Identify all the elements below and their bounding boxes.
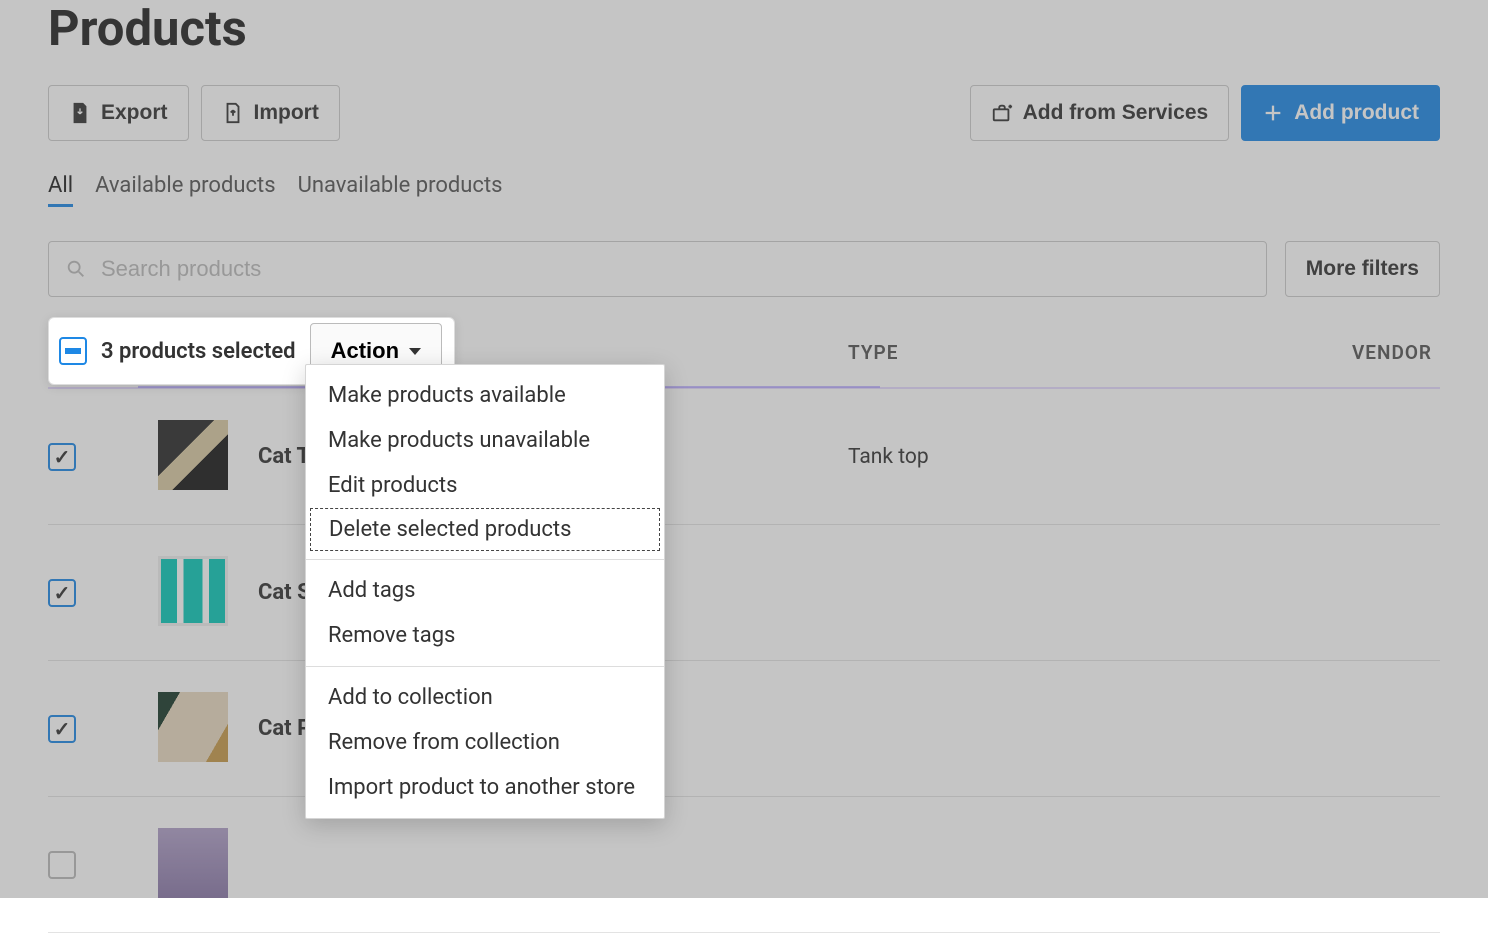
chevron-down-icon (409, 348, 421, 355)
more-filters-label: More filters (1306, 257, 1419, 281)
file-arrow-down-icon (69, 102, 91, 124)
tab-available[interactable]: Available products (95, 173, 276, 207)
tab-unavailable[interactable]: Unavailable products (298, 173, 503, 207)
action-menu-item[interactable]: Make products available (306, 373, 664, 418)
import-button[interactable]: Import (201, 85, 340, 141)
selection-count: 3 products selected (101, 339, 296, 364)
select-all-checkbox[interactable] (59, 337, 87, 365)
product-thumbnail[interactable] (158, 556, 228, 626)
search-box[interactable] (48, 241, 1267, 297)
column-header-type: TYPE (848, 341, 1298, 364)
table-row: Cat Pillow (48, 661, 1440, 797)
action-menu-item[interactable]: Add tags (306, 568, 664, 613)
page-title: Products (48, 0, 1440, 57)
row-checkbox[interactable] (48, 579, 76, 607)
action-menu-item[interactable]: Make products unavailable (306, 418, 664, 463)
plus-icon (1262, 102, 1284, 124)
export-label: Export (101, 101, 168, 125)
action-menu-label: Action (331, 338, 399, 364)
toolbar: Export Import Add from Services Add prod… (48, 85, 1440, 141)
action-menu-item[interactable]: Remove tags (306, 613, 664, 658)
add-product-button[interactable]: Add product (1241, 85, 1440, 141)
more-filters-button[interactable]: More filters (1285, 241, 1440, 297)
search-input[interactable] (101, 256, 1250, 282)
add-product-label: Add product (1294, 101, 1419, 125)
action-menu-item[interactable]: Remove from collection (306, 720, 664, 765)
action-menu-item[interactable]: Import product to another store (306, 765, 664, 810)
add-from-services-button[interactable]: Add from Services (970, 85, 1230, 141)
row-checkbox[interactable] (48, 443, 76, 471)
product-thumbnail[interactable] (158, 828, 228, 898)
product-type: Tank top (848, 445, 1298, 469)
briefcase-plus-icon (991, 102, 1013, 124)
row-checkbox[interactable] (48, 715, 76, 743)
table-header: TYPE VENDOR 3 products selected Action (48, 317, 1440, 389)
action-dropdown: Make products availableMake products una… (305, 364, 665, 819)
row-checkbox[interactable] (48, 851, 76, 879)
products-table: TYPE VENDOR 3 products selected Action C… (48, 317, 1440, 933)
search-icon (65, 258, 87, 280)
add-from-services-label: Add from Services (1023, 101, 1209, 125)
action-menu-item[interactable]: Edit products (306, 463, 664, 508)
tab-all[interactable]: All (48, 173, 73, 207)
action-menu-item[interactable]: Add to collection (306, 675, 664, 720)
column-header-vendor: VENDOR (1298, 341, 1440, 364)
product-thumbnail[interactable] (158, 692, 228, 762)
table-row (48, 797, 1440, 933)
export-button[interactable]: Export (48, 85, 189, 141)
file-arrow-up-icon (222, 102, 244, 124)
tabs: All Available products Unavailable produ… (48, 173, 1440, 207)
product-thumbnail[interactable] (158, 420, 228, 490)
import-label: Import (254, 101, 319, 125)
table-row: Cat TankTank top (48, 389, 1440, 525)
table-row: Cat Socks (48, 525, 1440, 661)
action-menu-item[interactable]: Delete selected products (310, 508, 660, 551)
